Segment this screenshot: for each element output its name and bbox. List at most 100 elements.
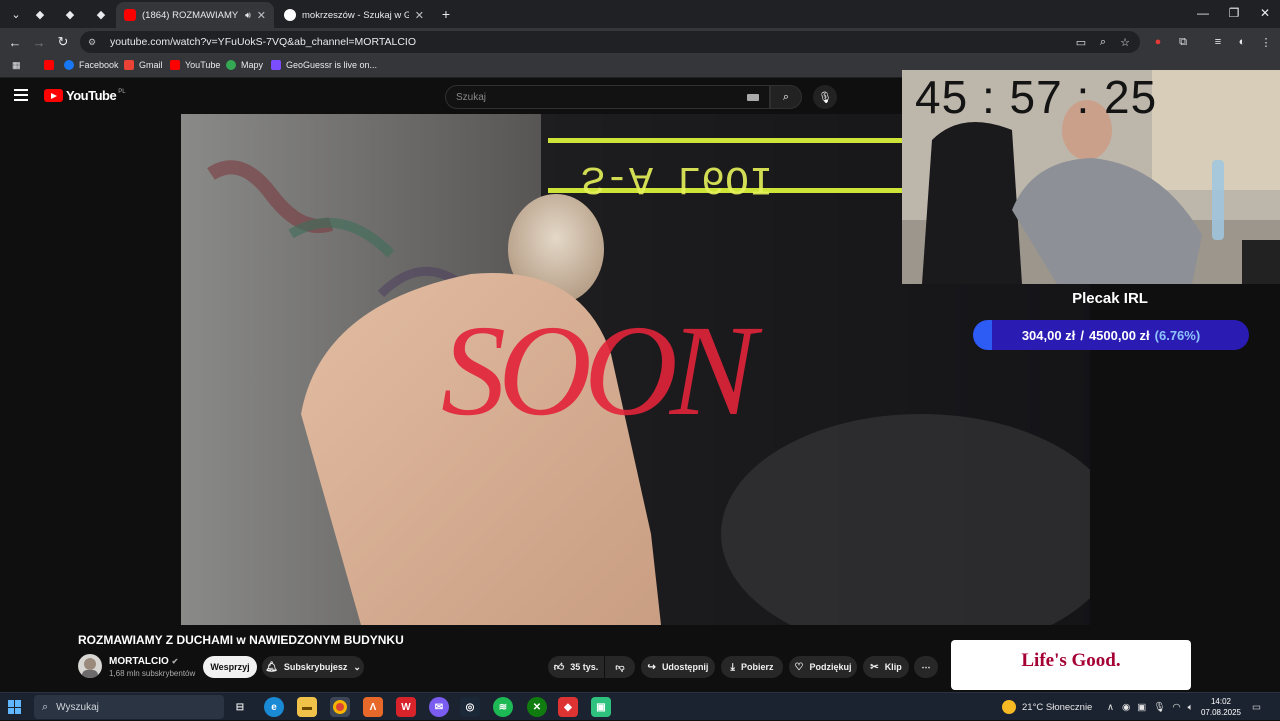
chevron-down-icon: ⌄ [353,661,361,672]
search-button[interactable]: ⌕ [770,85,802,109]
apps-grid-icon[interactable]: ▦ [12,60,21,71]
pinned-tab-3[interactable]: ◆ [89,4,113,24]
wifi-icon[interactable]: ◠ [1172,702,1180,713]
download-button[interactable]: ⤓ Pobierz [721,656,783,678]
zoom-icon[interactable]: ⌕ [1095,34,1111,50]
tab-search-button[interactable]: ⌄ [4,4,28,24]
maps-icon [226,60,236,70]
goal-text: 304,00 zł / 4500,00 zł (6.76%) [973,320,1249,350]
pinned-tab-1[interactable]: ◆ [28,4,52,24]
xbox-icon[interactable]: ✕ [527,697,547,717]
goal-separator: / [1080,327,1084,343]
url-text: youtube.com/watch?v=YFuUokS-7VQ&ab_chann… [110,36,417,48]
record-icon[interactable]: ◉ [1122,702,1130,713]
screen-icon[interactable]: ▣ [1137,702,1146,713]
youtube-icon [124,9,136,21]
dislike-button[interactable]: 👎︎ [605,656,635,678]
download-icon: ⤓ [730,661,735,673]
browser-menu-icon[interactable]: ⋮ [1258,34,1274,50]
app-orange-icon[interactable]: Λ [363,697,383,717]
tab-title: mokrzeszów - Szukaj w Google [302,9,409,21]
keyboard-icon[interactable] [747,94,759,101]
goal-percent: (6.76%) [1154,327,1201,343]
channel-subscribers: 1,68 mln subskrybentów [109,669,196,678]
spotify-icon[interactable]: ≋ [493,697,513,717]
search-input[interactable]: Szukaj [445,85,770,109]
chevron-up-icon[interactable]: ∧ [1107,702,1114,713]
extensions-puzzle-icon[interactable]: ⧉ [1175,34,1191,50]
thanks-button[interactable]: ♡ Podziękuj [789,656,857,678]
clip-button[interactable]: ✂ Klip [863,656,909,678]
youtube-play-icon [44,89,63,102]
subscribed-button[interactable]: 🔔︎ Subskrybujesz ⌄ [262,656,364,678]
browser-toolbar: ← → ↻ ⚙ youtube.com/watch?v=YFuUokS-7VQ&… [0,28,1280,56]
taskbar-search[interactable]: ⌕ Wyszukaj [34,695,224,719]
mic-tray-icon[interactable]: 🎙︎ [1153,702,1165,713]
goal-title: Plecak IRL [1072,290,1148,307]
media-control-icon[interactable]: ≡ [1210,34,1226,50]
close-tab-icon[interactable]: ✕ [257,9,266,22]
tab-title: (1864) ROZMAWIAMY Z DU [142,9,241,21]
channel-name[interactable]: MORTALCIO ✔ [109,656,178,667]
extension-icon[interactable]: ● [1150,34,1166,50]
steam-icon[interactable]: ◎ [460,697,480,717]
tab-google[interactable]: mokrzeszów - Szukaj w Google ✕ [276,2,432,28]
bookmark-star-icon[interactable]: ☆ [1117,34,1133,50]
messenger-icon[interactable]: ✉ [429,697,449,717]
edge-icon[interactable]: e [264,697,284,717]
bookmark-facebook[interactable]: Facebook [64,60,119,70]
youtube-icon [170,60,180,70]
mic-icon: 🎙︎ [818,91,832,104]
ad-banner[interactable]: Life's Good. [951,640,1191,690]
close-window-icon[interactable]: ✕ [1250,4,1280,22]
search-icon: ⌕ [42,700,49,713]
channel-avatar[interactable] [78,654,102,678]
verified-icon: ✔ [171,657,179,666]
minimize-icon[interactable]: — [1188,4,1218,22]
close-tab-icon[interactable]: ✕ [415,9,424,22]
windows-start-icon[interactable] [8,700,22,714]
address-bar[interactable]: ⚙ youtube.com/watch?v=YFuUokS-7VQ&ab_cha… [80,31,1140,53]
app-green-icon[interactable]: ▣ [591,697,611,717]
svg-text:S-A L6OI: S-A L6OI [581,155,773,200]
volume-icon[interactable]: 🔈︎ [1188,702,1194,713]
tray-icons: ∧ ◉ ▣ 🎙︎ ◠ 🔈︎ [1107,693,1193,721]
new-tab-button[interactable]: + [434,4,458,24]
google-icon [284,9,296,21]
restore-icon[interactable]: ❐ [1219,4,1249,22]
bookmark-maps[interactable]: Mapy [226,60,263,70]
notifications-icon[interactable]: ▭ [1252,693,1261,721]
thanks-heart-icon: ♡ [794,661,804,673]
thumbs-up-icon: 👍︎ [553,662,565,673]
thumbs-down-icon: 👎︎ [615,661,625,672]
task-view-icon[interactable]: ⊟ [230,697,250,717]
speaker-icon[interactable]: 🔊︎ [245,10,251,21]
pinned-tab-2[interactable]: ◆ [58,4,82,24]
site-info-icon[interactable]: ⚙ [88,37,100,47]
youtube-icon [44,60,54,70]
bookmark-geoguessr[interactable]: GeoGuessr is live on... [271,60,377,70]
file-explorer-icon[interactable]: ▬ [297,697,317,717]
youtube-logo[interactable]: YouTube PL [44,88,126,103]
reload-icon[interactable]: ↻ [52,32,74,52]
taskbar-clock[interactable]: 14:02 07.08.2025 [1200,696,1242,718]
voice-search-button[interactable]: 🎙︎ [813,85,837,109]
like-button[interactable]: 👍︎ 35 tys. [548,656,604,678]
hamburger-menu-icon[interactable] [14,89,28,101]
chrome-icon[interactable] [330,697,350,717]
bookmark-gmail[interactable]: Gmail [124,60,163,70]
weather-widget[interactable]: 21°C Słonecznie [1002,693,1092,721]
video-title: ROZMAWIAMY Z DUCHAMI w NAWIEDZONYM BUDYN… [78,633,404,647]
bookmark-youtube-pinned[interactable] [44,60,59,70]
profile-icon[interactable]: ◐ [1234,34,1250,50]
app-red-icon[interactable]: ◆ [558,697,578,717]
back-icon[interactable]: ← [4,32,26,52]
support-button[interactable]: Wesprzyj [203,656,257,678]
bookmark-youtube[interactable]: YouTube [170,60,220,70]
tab-youtube[interactable]: (1864) ROZMAWIAMY Z DU 🔊︎ ✕ [116,2,274,28]
forward-icon[interactable]: → [28,32,50,52]
share-button[interactable]: ↪ Udostępnij [641,656,715,678]
app-red-w-icon[interactable]: W [396,697,416,717]
more-actions-button[interactable]: ⋯ [914,656,938,678]
install-app-icon[interactable]: ▭ [1073,34,1089,50]
